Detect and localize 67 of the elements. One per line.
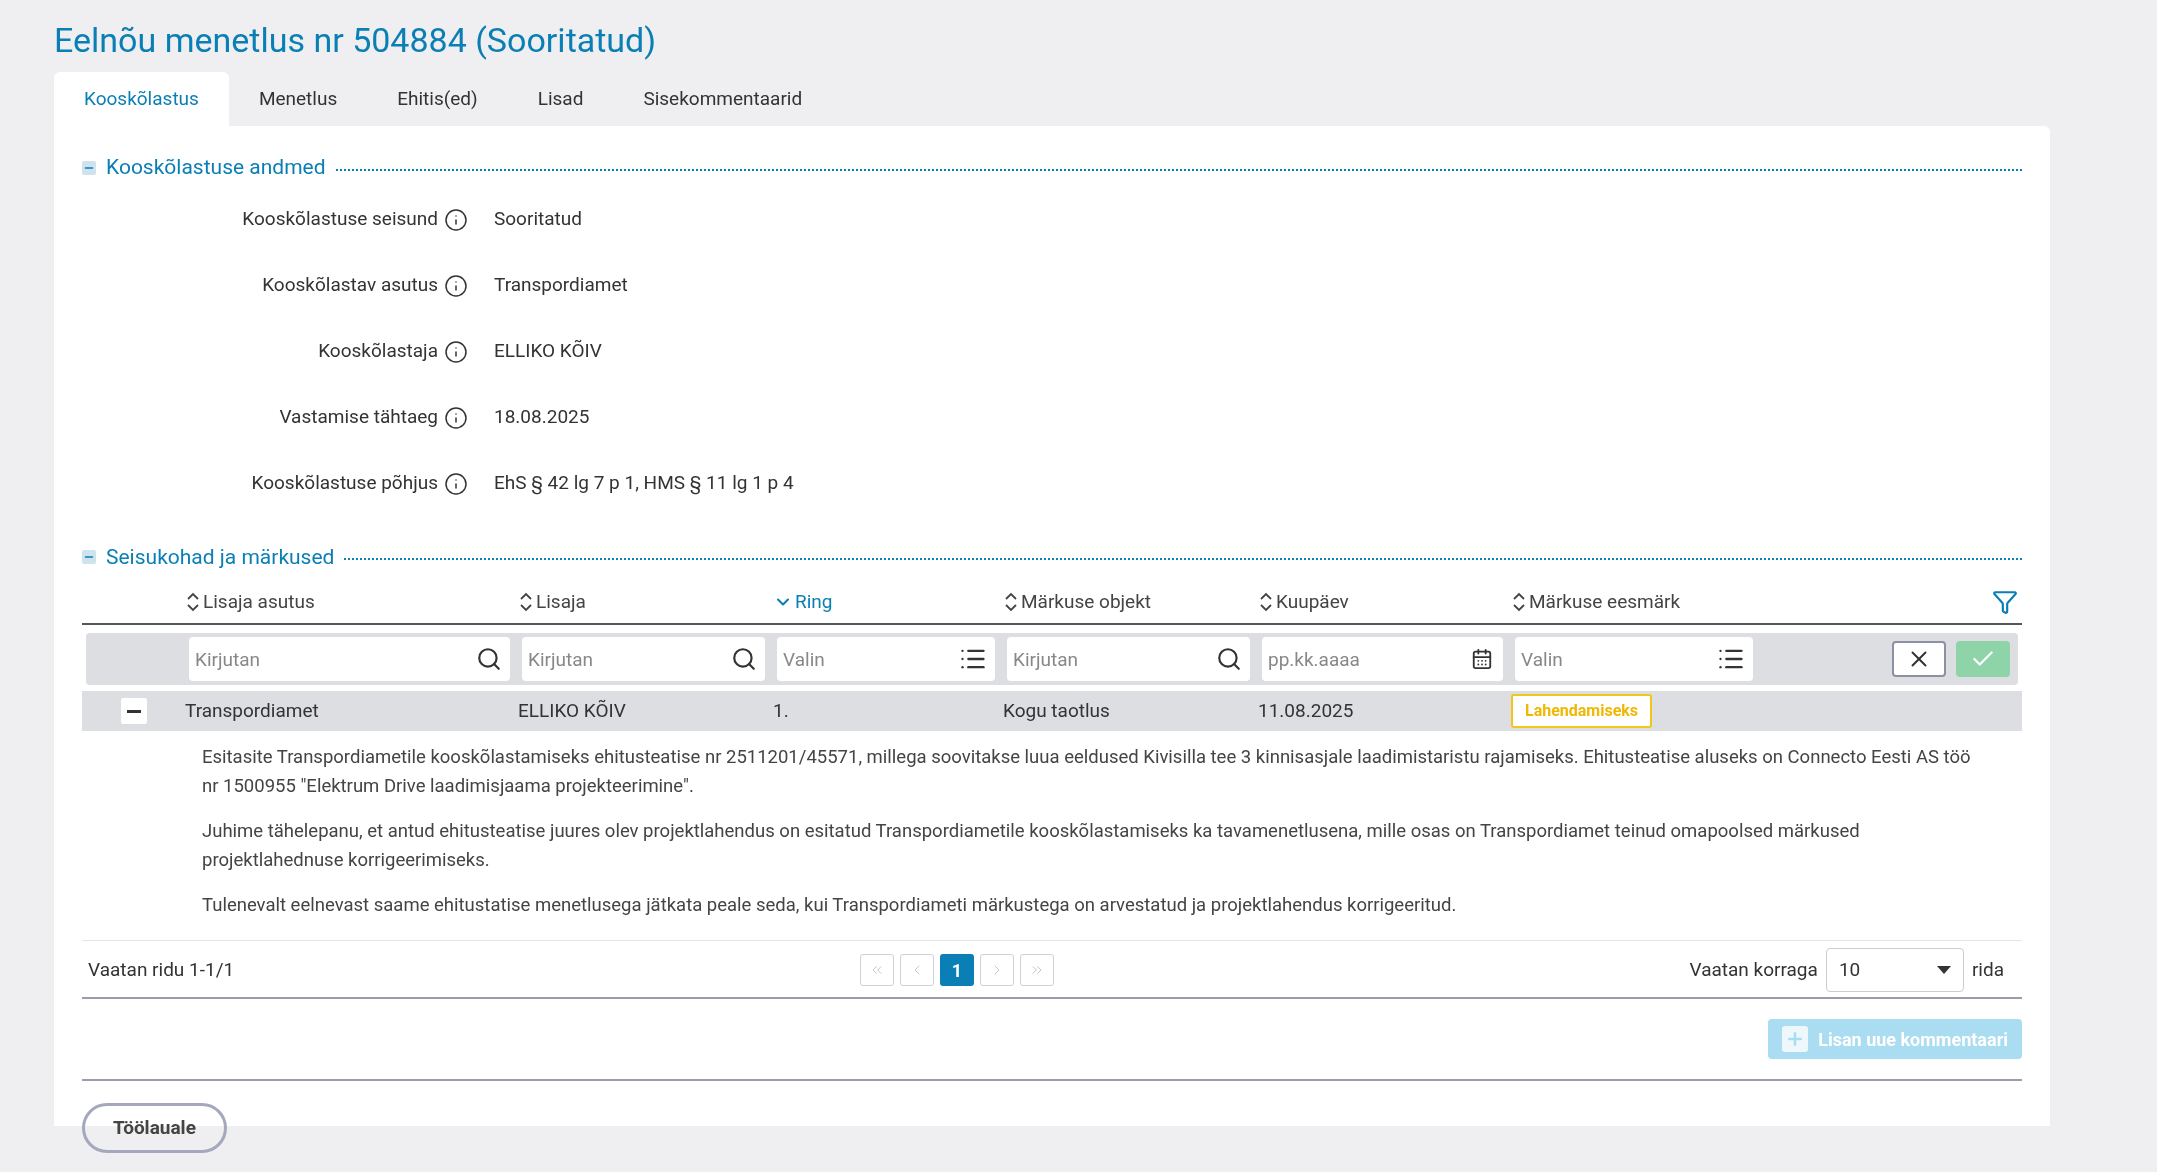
search-icon[interactable]	[476, 646, 502, 672]
field-value: Sooritatud	[494, 206, 582, 233]
purpose-badge: Lahendamiseks	[1511, 694, 1653, 728]
filter-icon[interactable]	[1992, 589, 2018, 615]
back-to-dashboard-button[interactable]: Töölauale	[82, 1103, 227, 1153]
comment-paragraph: Juhime tähelepanu, et antud ehitusteatise juures olev projektlahendus on esitatud Transpordiametile kooskõlastamiseks ka tavamenetlusena, mille osas on Transpordiamet teinud omapoolsed märkused projektlahednuse korrigeerimiseks.	[202, 819, 1861, 873]
info-icon[interactable]	[444, 207, 468, 232]
search-icon[interactable]	[731, 646, 757, 672]
table-cell-text: ELLIKO KÕIV	[518, 697, 627, 724]
column-header[interactable]: Lisaja	[518, 587, 773, 617]
filter-field[interactable]: Kirjutan	[189, 637, 510, 681]
calendar-icon[interactable]	[1471, 648, 1493, 670]
column-header[interactable]: Lisaja asutus	[185, 587, 518, 617]
search-icon[interactable]	[1216, 646, 1242, 672]
page-size-select[interactable]: 10	[1825, 948, 1964, 992]
tab[interactable]: Menetlus	[228, 72, 368, 126]
tab[interactable]: Kooskõlastus	[54, 72, 229, 126]
comment-paragraph: Esitasite Transpordiametile kooskõlastamiseks ehitusteatise nr 2511201/45571, millega soovitakse luua eeldused Kivisilla tee 3 kinnisasjale laadimistaristu rajamiseks. Ehitusteatise aluseks on Connecto Eesti AS töö nr 1500955 "Elektrum Drive laadimisjaama projekteerimine".	[202, 745, 1972, 799]
info-icon[interactable]	[444, 405, 468, 430]
row-range-text: Vaatan ridu 1-1/1	[87, 956, 236, 983]
table-cell-text: Transpordiamet	[185, 697, 320, 724]
page-size-label: Vaatan korraga	[1689, 956, 1818, 983]
section-title: Kooskõlastuse andmed	[106, 154, 326, 181]
sort-icon	[1511, 591, 1527, 613]
field-label: Kooskõlastaja	[317, 338, 438, 365]
section-title: Seisukohad ja märkused	[106, 543, 335, 571]
field-value: 18.08.2025	[494, 404, 590, 431]
collapse-toggle-icon[interactable]	[82, 160, 96, 175]
sort-icon	[1258, 591, 1274, 613]
row-collapse-button[interactable]	[120, 698, 147, 724]
field-label: Kooskõlastav asutus	[261, 272, 438, 299]
sort-icon	[518, 591, 534, 613]
filter-field[interactable]: Kirjutan	[522, 637, 765, 681]
field-label: Kooskõlastuse seisund	[241, 206, 438, 233]
plus-icon	[1782, 1026, 1809, 1052]
info-icon[interactable]	[444, 339, 468, 364]
page-button[interactable]: 1	[940, 954, 974, 986]
column-header[interactable]: Kuupäev	[1258, 587, 1511, 617]
info-icon[interactable]	[444, 471, 468, 496]
collapse-toggle-icon[interactable]	[82, 550, 96, 565]
filter-field[interactable]: Kirjutan	[1007, 637, 1250, 681]
column-header[interactable]: Märkuse objekt	[1003, 587, 1258, 617]
minus-icon	[126, 709, 141, 713]
page-title: Eelnõu menetlus nr 504884 (Sooritatud)	[54, 19, 658, 62]
column-header[interactable]: Märkuse eesmärk	[1511, 587, 1761, 617]
field-label: Kooskõlastuse põhjus	[250, 470, 438, 497]
filter-field[interactable]: Valin	[1515, 637, 1753, 681]
page-size-unit: rida	[1971, 956, 2004, 983]
filter-field[interactable]: Valin	[777, 637, 995, 681]
sort-icon	[185, 591, 201, 613]
field-value: EhS § 42 lg 7 p 1, HMS § 11 lg 1 p 4	[494, 470, 794, 497]
table-cell-text: 1.	[773, 697, 790, 724]
comment-paragraph: Tulenevalt eelnevast saame ehitustatise menetlusega jätkata peale seda, kui Transpordiameti märkustega on arvestatud ja projektlahendus korrigeeritud.	[202, 893, 1458, 918]
tab[interactable]: Sisekommentaarid	[613, 72, 833, 126]
table-cell-text: 11.08.2025	[1258, 697, 1355, 724]
field-value: Transpordiamet	[494, 272, 628, 299]
tab[interactable]: Lisad	[507, 72, 614, 126]
info-icon[interactable]	[444, 273, 468, 298]
field-label: Vastamise tähtaeg	[278, 404, 438, 431]
sort-icon	[1003, 591, 1019, 613]
filter-field[interactable]: pp.kk.aaaa	[1262, 637, 1503, 681]
column-header[interactable]: Ring	[773, 587, 1003, 617]
tab[interactable]: Ehitis(ed)	[367, 72, 508, 126]
clear-filter-button[interactable]	[1892, 641, 1946, 677]
dropdown-caret-icon	[1936, 966, 1951, 974]
field-value: ELLIKO KÕIV	[494, 338, 602, 365]
table-cell-text: Kogu taotlus	[1003, 697, 1111, 724]
